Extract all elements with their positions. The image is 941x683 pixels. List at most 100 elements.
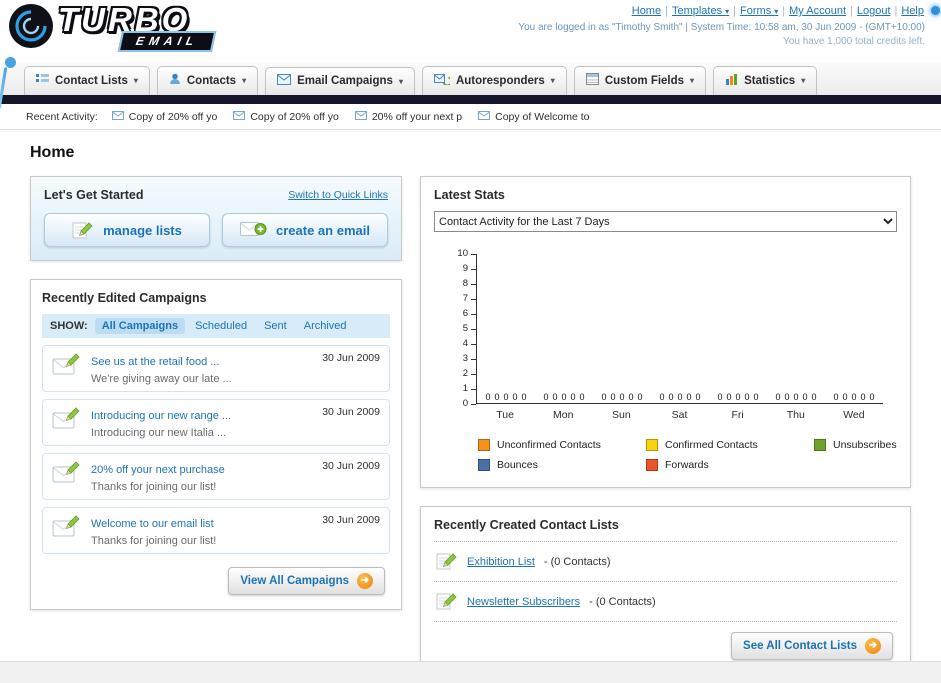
legend-label: Confirmed Contacts bbox=[665, 439, 758, 451]
y-axis-tick-mark bbox=[471, 269, 476, 270]
x-axis-label: Thu bbox=[786, 409, 805, 421]
pencil-paper-icon bbox=[436, 550, 458, 573]
legend-item: Unsubscribes bbox=[814, 439, 897, 451]
tab-custom-fields[interactable]: Custom Fields ▾ bbox=[573, 66, 707, 95]
y-axis-tick-mark bbox=[471, 359, 476, 360]
campaign-date: 30 Jun 2009 bbox=[322, 352, 380, 364]
separator: | bbox=[850, 5, 853, 17]
bar-value-label: 0 bbox=[735, 392, 741, 402]
chevron-down-icon: ▾ bbox=[690, 76, 695, 85]
nav-divider-bar bbox=[0, 95, 941, 104]
chart-bar-group: 00000 bbox=[767, 392, 825, 403]
chart-bar-group: 00000 bbox=[535, 392, 593, 403]
chart-bar-group: 00000 bbox=[709, 392, 767, 403]
campaign-subtitle: Thanks for joining our list! bbox=[91, 535, 217, 547]
campaign-title-link[interactable]: 20% off your next purchase bbox=[91, 464, 225, 476]
contact-list-name-link[interactable]: Exhibition List bbox=[467, 556, 535, 568]
bar-value-label: 0 bbox=[784, 392, 790, 402]
bar-value-label: 0 bbox=[793, 392, 799, 402]
tab-email-campaigns[interactable]: Email Campaigns ▾ bbox=[265, 67, 415, 95]
main-content: Home Let's Get Started Switch to Quick L… bbox=[0, 130, 941, 673]
stats-period-select[interactable]: Contact Activity for the Last 7 Days bbox=[434, 211, 897, 232]
top-link-help[interactable]: Help bbox=[901, 5, 924, 17]
legend-item: Confirmed Contacts bbox=[646, 439, 814, 451]
x-axis-label: Tue bbox=[496, 409, 514, 421]
filter-scheduled[interactable]: Scheduled bbox=[188, 318, 254, 334]
bar-value-label: 0 bbox=[802, 392, 808, 402]
bar-value-label: 0 bbox=[512, 392, 518, 402]
separator: | bbox=[733, 5, 737, 17]
chevron-down-icon: ▾ bbox=[725, 7, 730, 16]
chart-bar-group: 00000 bbox=[477, 392, 535, 403]
recent-activity-item[interactable]: 20% off your next p bbox=[354, 110, 462, 123]
chevron-down-icon: ▾ bbox=[398, 76, 403, 86]
campaign-title-link[interactable]: Welcome to our email list bbox=[91, 518, 214, 530]
campaign-title-link[interactable]: Introducing our new range ... bbox=[91, 410, 231, 422]
chart-bar-group: 00000 bbox=[825, 392, 883, 403]
login-info: You are logged in as "Timothy Smith" | S… bbox=[518, 22, 925, 33]
filter-all-campaigns[interactable]: All Campaigns bbox=[94, 318, 186, 334]
recent-activity-item[interactable]: Copy of 20% off yo bbox=[233, 110, 339, 123]
page-title: Home bbox=[30, 144, 75, 161]
bar-value-label: 0 bbox=[695, 392, 701, 402]
contact-activity-chart: 10 9 8 7 6 5 4 3 2 1 0 000000000000000000000000000… bbox=[434, 249, 897, 421]
top-header: TURBO EMAIL Home | Templates ▾ | Forms ▾ | My … bbox=[0, 0, 941, 109]
contact-lists-icon bbox=[36, 73, 49, 88]
legend-label: Unsubscribes bbox=[833, 439, 897, 451]
filter-archived[interactable]: Archived bbox=[297, 318, 354, 334]
get-started-panel: Let's Get Started Switch to Quick Links … bbox=[30, 176, 402, 261]
top-link-home[interactable]: Home bbox=[632, 5, 661, 17]
recent-activity-item[interactable]: Copy of Welcome to bbox=[478, 110, 589, 123]
bar-value-label: 0 bbox=[601, 392, 607, 402]
legend-label: Unconfirmed Contacts bbox=[497, 439, 601, 451]
top-link-my-account[interactable]: My Account bbox=[789, 5, 846, 17]
top-link-forms[interactable]: Forms ▾ bbox=[740, 5, 778, 17]
manage-lists-button[interactable]: manage lists bbox=[44, 213, 210, 247]
separator: | bbox=[894, 5, 898, 17]
bar-value-label: 0 bbox=[842, 392, 848, 402]
right-column: Latest Stats Contact Activity for the La… bbox=[420, 176, 911, 673]
bar-value-label: 0 bbox=[726, 392, 732, 402]
tab-statistics[interactable]: Statistics ▾ bbox=[713, 66, 818, 95]
tab-autoresponders[interactable]: Autoresponders ▾ bbox=[421, 66, 567, 95]
bar-chart-icon bbox=[725, 73, 738, 88]
credits-info: You have 1,000 total credits left. bbox=[783, 36, 925, 47]
switch-quick-links-link[interactable]: Switch to Quick Links bbox=[288, 189, 388, 201]
legend-swatch bbox=[646, 439, 658, 451]
campaign-date: 30 Jun 2009 bbox=[322, 406, 380, 418]
create-email-button[interactable]: create an email bbox=[222, 213, 388, 247]
campaign-subtitle: We're giving away our late ... bbox=[91, 373, 232, 385]
filter-sent[interactable]: Sent bbox=[257, 318, 294, 334]
y-axis-tick-label: 4 bbox=[462, 338, 468, 349]
contact-list-row: Exhibition List - (0 Contacts) bbox=[434, 542, 897, 582]
campaign-title-link[interactable]: See us at the retail food ... bbox=[91, 356, 219, 368]
x-axis-label: Sun bbox=[612, 409, 631, 421]
top-link-logout[interactable]: Logout bbox=[857, 5, 891, 17]
recent-activity-bar: Recent Activity: Copy of 20% off yo Copy… bbox=[0, 104, 941, 130]
contact-list-row: Newsletter Subscribers - (0 Contacts) bbox=[434, 582, 897, 622]
chevron-down-icon: ▾ bbox=[774, 7, 779, 16]
view-all-campaigns-button[interactable]: View All Campaigns ➔ bbox=[228, 567, 385, 595]
edit-envelope-icon bbox=[52, 352, 82, 381]
chevron-down-icon: ▾ bbox=[801, 76, 806, 85]
edit-envelope-icon bbox=[52, 460, 82, 489]
tab-contacts[interactable]: Contacts ▾ bbox=[156, 66, 259, 95]
legend-swatch bbox=[646, 459, 658, 471]
x-axis-label: Sat bbox=[671, 409, 688, 421]
bar-value-label: 0 bbox=[686, 392, 692, 402]
y-axis-tick-mark bbox=[471, 344, 476, 345]
form-fields-icon bbox=[585, 73, 599, 88]
contact-list-name-link[interactable]: Newsletter Subscribers bbox=[467, 596, 580, 608]
edit-envelope-icon bbox=[52, 514, 82, 543]
pencil-paper-icon bbox=[436, 590, 458, 613]
tab-contact-lists[interactable]: Contact Lists ▾ bbox=[24, 66, 150, 95]
app-logo[interactable]: TURBO EMAIL bbox=[8, 3, 217, 54]
envelope-icon bbox=[478, 110, 491, 123]
y-axis-tick-label: 1 bbox=[462, 383, 468, 394]
bar-value-label: 0 bbox=[753, 392, 759, 402]
see-all-contact-lists-button[interactable]: See All Contact Lists ➔ bbox=[731, 632, 893, 660]
pencil-paper-icon bbox=[72, 219, 94, 242]
top-link-templates[interactable]: Templates ▾ bbox=[672, 5, 729, 17]
chart-legend: Unconfirmed Contacts Confirmed Contacts Un… bbox=[478, 439, 897, 471]
recent-activity-item[interactable]: Copy of 20% off yo bbox=[111, 110, 217, 123]
